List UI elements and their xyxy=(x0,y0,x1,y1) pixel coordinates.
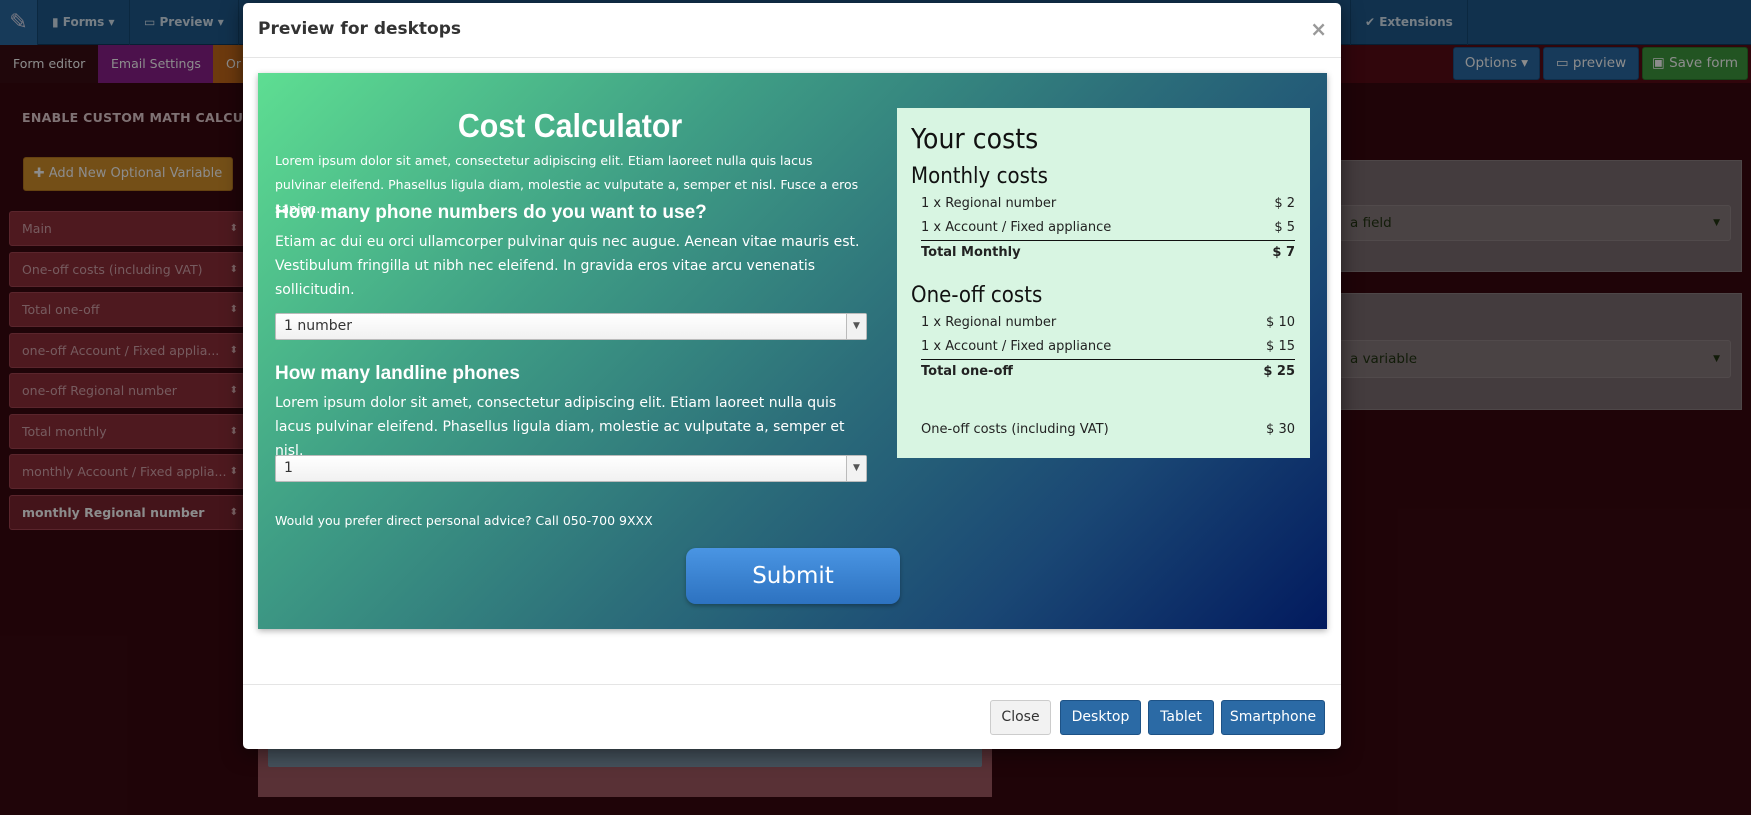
cost-value: $ 2 xyxy=(1274,196,1295,211)
total-value: $ 25 xyxy=(1263,364,1295,379)
cost-value: $ 5 xyxy=(1274,220,1295,235)
cost-label: 1 x Account / Fixed appliance xyxy=(921,339,1112,354)
question-landline-phones: How many landline phones xyxy=(275,363,520,384)
smartphone-button[interactable]: Smartphone xyxy=(1221,700,1325,735)
costs-summary: Your costs Monthly costs 1 x Regional nu… xyxy=(897,108,1310,458)
question-phone-numbers-desc: Etiam ac dui eu orci ullamcorper pulvina… xyxy=(275,234,860,298)
oneoff-costs-heading: One-off costs xyxy=(911,283,1043,308)
landline-phones-select[interactable]: 1 ▼ xyxy=(275,455,867,482)
chevron-down-icon: ▼ xyxy=(846,314,866,339)
advice-text: Would you prefer direct personal advice?… xyxy=(275,513,653,528)
landline-phones-value: 1 xyxy=(284,460,293,476)
cost-row: 1 x Account / Fixed appliance $ 5 xyxy=(921,216,1295,240)
phone-numbers-value: 1 number xyxy=(284,318,352,334)
vat-label: One-off costs (including VAT) xyxy=(921,422,1109,437)
question-phone-numbers: How many phone numbers do you want to us… xyxy=(275,202,707,223)
monthly-costs-heading: Monthly costs xyxy=(911,164,1048,189)
costs-title: Your costs xyxy=(911,122,1039,155)
phone-numbers-select[interactable]: 1 number ▼ xyxy=(275,313,867,340)
cost-row: 1 x Regional number $ 10 xyxy=(921,311,1295,335)
vat-row: One-off costs (including VAT) $ 30 xyxy=(921,418,1295,442)
question-landline-phones-desc: Lorem ipsum dolor sit amet, consectetur … xyxy=(275,395,845,459)
chevron-down-icon: ▼ xyxy=(846,456,866,481)
cost-calculator: Cost Calculator Lorem ipsum dolor sit am… xyxy=(258,73,1327,629)
modal-title: Preview for desktops xyxy=(258,19,462,39)
cost-row: 1 x Regional number $ 2 xyxy=(921,192,1295,216)
close-button[interactable]: Close xyxy=(990,700,1051,735)
preview-modal: Preview for desktops × Cost Calculator L… xyxy=(243,3,1341,749)
tablet-button[interactable]: Tablet xyxy=(1148,700,1214,735)
cost-row: 1 x Account / Fixed appliance $ 15 xyxy=(921,335,1295,359)
cost-value: $ 15 xyxy=(1266,339,1295,354)
total-label: Total one-off xyxy=(921,364,1013,379)
cost-value: $ 10 xyxy=(1266,315,1295,330)
modal-header: Preview for desktops × xyxy=(243,3,1341,58)
calculator-title: Cost Calculator xyxy=(457,107,683,144)
close-icon[interactable]: × xyxy=(1310,17,1327,41)
desktop-button[interactable]: Desktop xyxy=(1060,700,1141,735)
submit-button[interactable]: Submit xyxy=(686,548,900,604)
total-value: $ 7 xyxy=(1272,245,1295,260)
cost-label: 1 x Regional number xyxy=(921,196,1057,211)
vat-value: $ 30 xyxy=(1266,422,1295,437)
cost-label: 1 x Regional number xyxy=(921,315,1057,330)
total-row: Total Monthly $ 7 xyxy=(921,240,1295,264)
cost-label: 1 x Account / Fixed appliance xyxy=(921,220,1112,235)
total-row: Total one-off $ 25 xyxy=(921,359,1295,383)
total-label: Total Monthly xyxy=(921,245,1021,260)
